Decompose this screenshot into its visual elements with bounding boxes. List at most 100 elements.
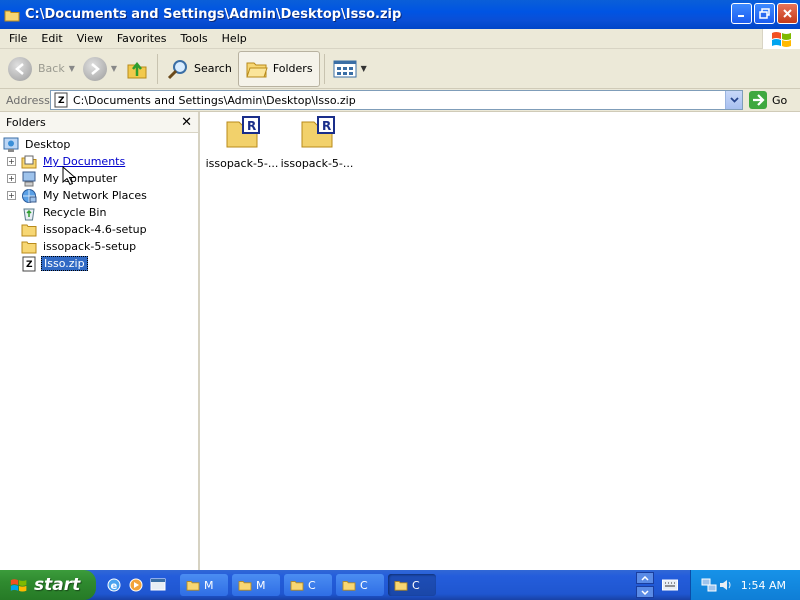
file-label: issopack-5-... (205, 157, 279, 170)
taskbar-scroll (636, 572, 654, 598)
quick-launch: e (106, 577, 166, 593)
volume-icon[interactable] (719, 578, 733, 592)
task-label: M (204, 578, 214, 592)
windows-flag-icon (762, 29, 800, 49)
tree-item-label: My Documents (43, 155, 126, 168)
media-player-icon[interactable] (128, 577, 144, 593)
file-item-issopack-5-a[interactable]: R issopack-5-... (205, 116, 279, 170)
menu-view[interactable]: View (70, 29, 110, 49)
task-button[interactable]: C (336, 574, 384, 596)
zip-folder-icon: Z (54, 92, 68, 108)
file-item-issopack-5-b[interactable]: R issopack-5-... (280, 116, 354, 170)
chevron-down-icon (729, 97, 739, 103)
title-bar: C:\Documents and Settings\Admin\Desktop\… (0, 0, 800, 29)
forward-button[interactable]: ▼ (79, 51, 121, 87)
svg-text:e: e (111, 581, 118, 592)
menu-favorites[interactable]: Favorites (110, 29, 174, 49)
taskbar: start e M M C C C 1:54 AM (0, 570, 800, 600)
tree-item-issopack-5-setup[interactable]: issopack-5-setup (21, 238, 138, 255)
toolbar-separator (323, 53, 325, 84)
installer-folder-icon: R (226, 116, 260, 148)
zip-folder-icon: Z (22, 256, 36, 271)
tree-item-label: My Computer (43, 172, 118, 185)
address-input[interactable] (73, 93, 713, 107)
network-icon[interactable] (701, 577, 717, 593)
minimize-button[interactable] (731, 3, 752, 24)
forward-arrow-icon (82, 56, 107, 81)
folder-icon (21, 224, 37, 236)
go-button[interactable]: Go (749, 91, 787, 109)
tree-item-issopack-4-6-setup[interactable]: issopack-4.6-setup (21, 221, 149, 238)
file-list-view: R issopack-5-... R issopack-5-... (202, 112, 800, 570)
task-button[interactable]: M (180, 574, 228, 596)
start-button[interactable]: start (0, 570, 96, 600)
minimize-icon (738, 15, 744, 17)
tree-item-label: Isso.zip (41, 256, 88, 271)
file-label: issopack-5-... (280, 157, 354, 170)
window-title: C:\Documents and Settings\Admin\Desktop\… (25, 7, 402, 22)
folder-icon (342, 581, 356, 591)
menu-edit[interactable]: Edit (34, 29, 69, 49)
address-field[interactable]: Z (50, 90, 743, 110)
internet-explorer-icon[interactable]: e (106, 577, 122, 593)
clock[interactable]: 1:54 AM (741, 579, 786, 592)
expand-icon[interactable]: + (7, 191, 16, 200)
folders-pane: Folders ✕ Desktop + My Documents + My Co… (0, 112, 200, 570)
tree-item-isso-zip[interactable]: Z Isso.zip (21, 255, 88, 272)
views-icon (333, 60, 357, 77)
system-tray: 1:54 AM (690, 570, 800, 600)
svg-text:R: R (322, 119, 331, 133)
tree-item-label: My Network Places (43, 189, 147, 202)
toolbar-separator (157, 53, 159, 84)
go-arrow-icon (749, 91, 767, 109)
start-label: start (34, 575, 81, 595)
windows-flag-icon (10, 579, 27, 592)
address-dropdown-button[interactable] (725, 91, 742, 109)
task-label: M (256, 578, 266, 592)
search-button[interactable]: Search (162, 51, 236, 87)
tree-item-my-network-places[interactable]: My Network Places (21, 187, 149, 204)
folder-icon (290, 581, 304, 591)
close-pane-icon[interactable]: ✕ (181, 115, 192, 130)
tree-item-label: Recycle Bin (43, 206, 107, 219)
task-button[interactable]: C (284, 574, 332, 596)
menu-tools[interactable]: Tools (174, 29, 215, 49)
documents-folder-icon (21, 155, 37, 168)
scroll-down-button[interactable] (636, 586, 654, 598)
task-button-active[interactable]: C (388, 574, 436, 596)
up-button[interactable] (121, 51, 153, 87)
computer-icon (22, 171, 36, 186)
back-button[interactable]: Back ▼ (4, 51, 79, 87)
chevron-down-icon: ▼ (68, 64, 75, 73)
folders-icon (246, 62, 268, 77)
keyboard-icon[interactable] (662, 579, 678, 591)
menu-bar: File Edit View Favorites Tools Help (0, 29, 800, 49)
back-label: Back (38, 62, 65, 75)
chevron-down-icon: ▼ (110, 64, 118, 73)
mouse-cursor-icon (62, 166, 76, 186)
folders-pane-title: Folders (6, 115, 46, 129)
close-button[interactable] (777, 3, 798, 24)
maximize-button[interactable] (754, 3, 775, 24)
folder-icon (238, 581, 252, 591)
expand-icon[interactable]: + (7, 157, 16, 166)
scroll-up-button[interactable] (636, 572, 654, 584)
address-label: Address (6, 93, 50, 107)
go-label: Go (772, 93, 788, 107)
tree-item-recycle-bin[interactable]: Recycle Bin (21, 204, 108, 221)
chevron-down-icon: ▼ (360, 64, 367, 73)
tree-item-label: Desktop (25, 138, 71, 151)
chevron-down-icon (641, 589, 649, 595)
expand-icon[interactable]: + (7, 174, 16, 183)
folders-button[interactable]: Folders (237, 50, 320, 87)
menu-help[interactable]: Help (215, 29, 254, 49)
menu-file[interactable]: File (0, 29, 34, 49)
folder-up-icon (127, 61, 147, 78)
show-desktop-icon[interactable] (150, 577, 166, 593)
recycle-bin-icon (23, 208, 35, 220)
address-bar: Address Z Go (0, 89, 800, 112)
views-button[interactable]: ▼ (329, 51, 371, 87)
task-button[interactable]: M (232, 574, 280, 596)
svg-text:Z: Z (58, 96, 65, 106)
tree-item-desktop[interactable]: Desktop (3, 136, 72, 153)
